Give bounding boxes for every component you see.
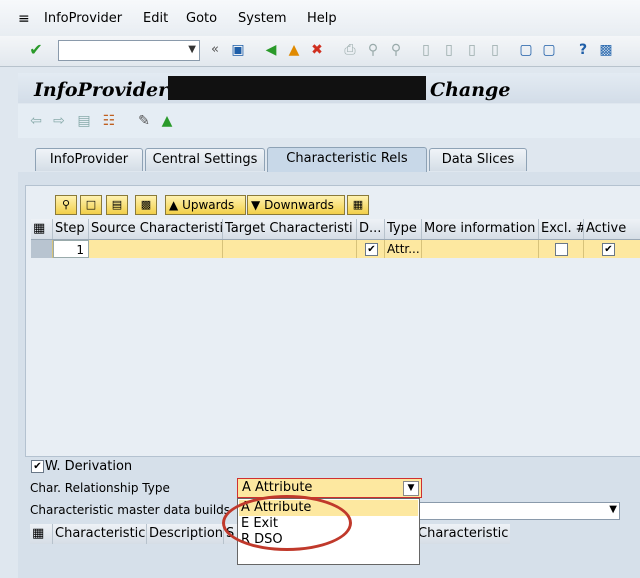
back-icon[interactable]: ◀ (263, 42, 279, 58)
cell-d[interactable]: ✔ (357, 240, 385, 258)
menu-infoprovider[interactable]: InfoProvider (44, 11, 122, 26)
menu-system[interactable]: System (238, 11, 286, 26)
triangle-up-icon: ▲ (169, 198, 179, 212)
excl-checkbox[interactable] (555, 243, 568, 256)
next-page-icon[interactable]: ▯ (464, 42, 480, 58)
print-icon[interactable]: ⎙ (342, 42, 358, 58)
customize-layout-icon[interactable]: ▩ (598, 42, 614, 58)
tab-data-slices[interactable]: Data Slices (429, 148, 527, 171)
downwards-button[interactable]: ▼ Downwards (247, 195, 345, 215)
display-object-icon[interactable]: ▤ (76, 113, 92, 129)
chevron-down-icon[interactable]: ▼ (609, 504, 617, 515)
upwards-button[interactable]: ▲ Upwards (165, 195, 246, 215)
standard-toolbar: ✔ ▼ « ▣ ◀ ▲ ✖ ⎙ ⚲ ⚲ ▯ ▯ ▯ ▯ ▢ ▢ ? ▩ (0, 36, 640, 67)
cell-source-characteristic[interactable] (89, 240, 223, 258)
table-settings-icon[interactable]: ▦ (347, 195, 369, 215)
help-icon[interactable]: ? (575, 42, 591, 58)
column-d[interactable]: D... (357, 219, 385, 239)
tab-central-settings[interactable]: Central Settings (145, 148, 265, 171)
tab-characteristic-rels[interactable]: Characteristic Rels (267, 147, 427, 173)
lower-column-characteristic-2[interactable]: Characteristic (416, 524, 510, 544)
system-menu-icon[interactable]: ≡ (18, 11, 30, 27)
hierarchy-icon[interactable]: ☷ (101, 113, 117, 129)
menu-help[interactable]: Help (307, 11, 337, 26)
exit-icon[interactable]: ▲ (286, 42, 302, 58)
table-row[interactable]: 1 ✔ Attr... ✔ (31, 240, 640, 258)
new-session-icon[interactable]: ▢ (518, 42, 534, 58)
copy-row-icon[interactable]: ▩ (135, 195, 157, 215)
column-step[interactable]: Step (53, 219, 89, 239)
downwards-button-label: Downwards (264, 198, 334, 212)
last-page-icon[interactable]: ▯ (487, 42, 503, 58)
details-icon[interactable]: ⚲ (55, 195, 77, 215)
column-more-information[interactable]: More information (422, 219, 539, 239)
redacted-name-block (168, 76, 426, 100)
master-data-select[interactable]: ▼ (418, 502, 620, 520)
column-excl[interactable]: Excl. # (539, 219, 584, 239)
command-field[interactable]: ▼ (58, 40, 200, 61)
save-icon[interactable]: ▣ (230, 42, 246, 58)
create-row-icon[interactable]: □ (80, 195, 102, 215)
char-rel-type-select[interactable]: A Attribute ▼ (237, 478, 422, 498)
cell-excl[interactable] (539, 240, 584, 258)
tab-infoprovider[interactable]: InfoProvider (35, 148, 143, 171)
triangle-down-icon: ▼ (251, 198, 261, 212)
menu-edit[interactable]: Edit (143, 11, 168, 26)
first-page-icon[interactable]: ▯ (418, 42, 434, 58)
title-bar: InfoProvider Change (18, 73, 640, 103)
cell-step[interactable]: 1 (53, 240, 89, 258)
cancel-icon[interactable]: ✖ (309, 42, 325, 58)
page-title: InfoProvider (34, 79, 169, 101)
edit-pencil-icon[interactable]: ✎ (136, 113, 152, 129)
column-type[interactable]: Type (385, 219, 422, 239)
column-source-characteristic[interactable]: Source Characteristi (89, 219, 223, 239)
master-data-label: Characteristic master data builds (30, 503, 231, 517)
delete-row-icon[interactable]: ▤ (106, 195, 128, 215)
tab-strip: InfoProvider Central Settings Characteri… (18, 138, 640, 173)
table-header: ▦ Step Source Characteristi Target Chara… (31, 219, 640, 240)
row-selector[interactable] (31, 240, 53, 258)
cell-type[interactable]: Attr... (385, 240, 422, 258)
chevron-down-icon[interactable]: ▼ (403, 481, 419, 496)
select-all-icon[interactable]: ▦ (31, 219, 53, 239)
application-toolbar: ⇦ ⇨ ▤ ☷ ✎ ▲ (18, 104, 640, 138)
derivation-checkbox[interactable]: ✔ (31, 460, 44, 473)
arrow-right-icon[interactable]: ⇨ (51, 113, 67, 129)
cell-more-information[interactable] (422, 240, 539, 258)
previous-page-icon[interactable]: ▯ (441, 42, 457, 58)
menu-goto[interactable]: Goto (186, 11, 217, 26)
activate-icon[interactable]: ▲ (159, 113, 175, 129)
find-icon[interactable]: ⚲ (365, 42, 381, 58)
derivation-label: W. Derivation (45, 459, 133, 474)
enter-check-icon[interactable]: ✔ (28, 42, 44, 58)
cell-active[interactable]: ✔ (584, 240, 640, 258)
lower-select-all-icon[interactable]: ▦ (30, 524, 53, 544)
lower-column-description[interactable]: Description (147, 524, 224, 544)
column-target-characteristic[interactable]: Target Characteristi (223, 219, 357, 239)
char-rel-type-value: A Attribute (242, 480, 313, 495)
chevron-down-icon[interactable]: ▼ (188, 44, 196, 55)
annotation-circle (222, 495, 352, 551)
column-active[interactable]: Active (584, 219, 640, 239)
d-checkbox[interactable]: ✔ (365, 243, 378, 256)
upwards-button-label: Upwards (182, 198, 235, 212)
cell-target-characteristic[interactable] (223, 240, 357, 258)
arrow-left-icon[interactable]: ⇦ (28, 113, 44, 129)
lower-column-characteristic[interactable]: Characteristic (53, 524, 147, 544)
char-rel-type-label: Char. Relationship Type (30, 481, 170, 495)
page-title-mode: Change (430, 79, 511, 101)
menu-bar: ≡ InfoProvider Edit Goto System Help (0, 0, 640, 37)
collapse-command-icon[interactable]: « (207, 42, 223, 58)
shortcut-icon[interactable]: ▢ (541, 42, 557, 58)
active-checkbox[interactable]: ✔ (602, 243, 615, 256)
find-next-icon[interactable]: ⚲ (388, 42, 404, 58)
